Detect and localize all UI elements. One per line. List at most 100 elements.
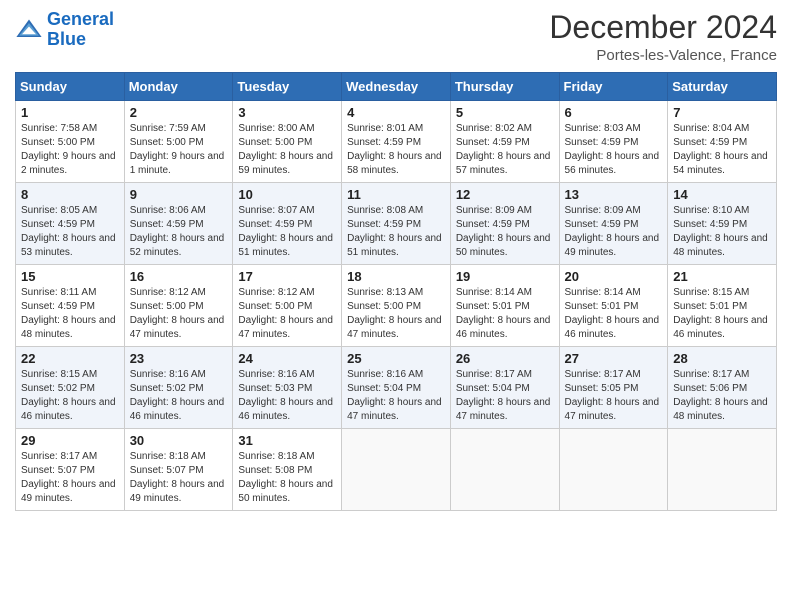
day-number: 31 xyxy=(238,433,336,448)
calendar-cell: 26 Sunrise: 8:17 AM Sunset: 5:04 PM Dayl… xyxy=(450,347,559,429)
calendar-cell: 30 Sunrise: 8:18 AM Sunset: 5:07 PM Dayl… xyxy=(124,429,233,511)
calendar-cell: 20 Sunrise: 8:14 AM Sunset: 5:01 PM Dayl… xyxy=(559,265,668,347)
header-cell-tuesday: Tuesday xyxy=(233,73,342,101)
day-number: 22 xyxy=(21,351,119,366)
calendar-cell: 6 Sunrise: 8:03 AM Sunset: 4:59 PM Dayli… xyxy=(559,101,668,183)
day-number: 30 xyxy=(130,433,228,448)
logo-line2: Blue xyxy=(47,29,86,49)
calendar-cell: 3 Sunrise: 8:00 AM Sunset: 5:00 PM Dayli… xyxy=(233,101,342,183)
calendar-cell: 23 Sunrise: 8:16 AM Sunset: 5:02 PM Dayl… xyxy=(124,347,233,429)
day-number: 3 xyxy=(238,105,336,120)
calendar-cell: 5 Sunrise: 8:02 AM Sunset: 4:59 PM Dayli… xyxy=(450,101,559,183)
week-row-1: 1 Sunrise: 7:58 AM Sunset: 5:00 PM Dayli… xyxy=(16,101,777,183)
day-number: 15 xyxy=(21,269,119,284)
day-number: 17 xyxy=(238,269,336,284)
calendar-cell: 25 Sunrise: 8:16 AM Sunset: 5:04 PM Dayl… xyxy=(342,347,451,429)
week-row-2: 8 Sunrise: 8:05 AM Sunset: 4:59 PM Dayli… xyxy=(16,183,777,265)
day-info: Sunrise: 8:06 AM Sunset: 4:59 PM Dayligh… xyxy=(130,204,228,260)
header-cell-sunday: Sunday xyxy=(16,73,125,101)
day-number: 23 xyxy=(130,351,228,366)
logo-line1: General xyxy=(47,9,114,29)
day-number: 18 xyxy=(347,269,445,284)
day-info: Sunrise: 8:11 AM Sunset: 4:59 PM Dayligh… xyxy=(21,286,119,342)
calendar-cell: 9 Sunrise: 8:06 AM Sunset: 4:59 PM Dayli… xyxy=(124,183,233,265)
day-number: 12 xyxy=(456,187,554,202)
day-info: Sunrise: 8:04 AM Sunset: 4:59 PM Dayligh… xyxy=(673,122,771,178)
header-cell-saturday: Saturday xyxy=(668,73,777,101)
calendar-cell: 1 Sunrise: 7:58 AM Sunset: 5:00 PM Dayli… xyxy=(16,101,125,183)
day-info: Sunrise: 7:58 AM Sunset: 5:00 PM Dayligh… xyxy=(21,122,119,178)
day-info: Sunrise: 8:15 AM Sunset: 5:02 PM Dayligh… xyxy=(21,368,119,424)
calendar-cell: 7 Sunrise: 8:04 AM Sunset: 4:59 PM Dayli… xyxy=(668,101,777,183)
day-info: Sunrise: 8:18 AM Sunset: 5:07 PM Dayligh… xyxy=(130,450,228,506)
calendar-cell: 28 Sunrise: 8:17 AM Sunset: 5:06 PM Dayl… xyxy=(668,347,777,429)
calendar-cell xyxy=(450,429,559,511)
day-number: 1 xyxy=(21,105,119,120)
day-number: 16 xyxy=(130,269,228,284)
calendar-cell: 2 Sunrise: 7:59 AM Sunset: 5:00 PM Dayli… xyxy=(124,101,233,183)
calendar-cell: 10 Sunrise: 8:07 AM Sunset: 4:59 PM Dayl… xyxy=(233,183,342,265)
day-number: 13 xyxy=(565,187,663,202)
day-number: 11 xyxy=(347,187,445,202)
day-number: 6 xyxy=(565,105,663,120)
day-info: Sunrise: 8:01 AM Sunset: 4:59 PM Dayligh… xyxy=(347,122,445,178)
day-number: 2 xyxy=(130,105,228,120)
calendar-cell: 24 Sunrise: 8:16 AM Sunset: 5:03 PM Dayl… xyxy=(233,347,342,429)
day-info: Sunrise: 8:12 AM Sunset: 5:00 PM Dayligh… xyxy=(130,286,228,342)
week-row-3: 15 Sunrise: 8:11 AM Sunset: 4:59 PM Dayl… xyxy=(16,265,777,347)
day-number: 4 xyxy=(347,105,445,120)
day-info: Sunrise: 8:16 AM Sunset: 5:03 PM Dayligh… xyxy=(238,368,336,424)
header-row: SundayMondayTuesdayWednesdayThursdayFrid… xyxy=(16,73,777,101)
header-cell-friday: Friday xyxy=(559,73,668,101)
calendar-cell: 21 Sunrise: 8:15 AM Sunset: 5:01 PM Dayl… xyxy=(668,265,777,347)
day-info: Sunrise: 8:17 AM Sunset: 5:07 PM Dayligh… xyxy=(21,450,119,506)
week-row-4: 22 Sunrise: 8:15 AM Sunset: 5:02 PM Dayl… xyxy=(16,347,777,429)
calendar-cell: 31 Sunrise: 8:18 AM Sunset: 5:08 PM Dayl… xyxy=(233,429,342,511)
day-info: Sunrise: 8:16 AM Sunset: 5:04 PM Dayligh… xyxy=(347,368,445,424)
day-number: 8 xyxy=(21,187,119,202)
day-number: 21 xyxy=(673,269,771,284)
calendar-cell xyxy=(668,429,777,511)
header: General Blue December 2024 Portes-les-Va… xyxy=(15,10,777,64)
calendar-cell xyxy=(559,429,668,511)
day-info: Sunrise: 8:16 AM Sunset: 5:02 PM Dayligh… xyxy=(130,368,228,424)
day-info: Sunrise: 8:15 AM Sunset: 5:01 PM Dayligh… xyxy=(673,286,771,342)
calendar-cell: 22 Sunrise: 8:15 AM Sunset: 5:02 PM Dayl… xyxy=(16,347,125,429)
day-number: 5 xyxy=(456,105,554,120)
day-info: Sunrise: 8:09 AM Sunset: 4:59 PM Dayligh… xyxy=(456,204,554,260)
day-info: Sunrise: 8:02 AM Sunset: 4:59 PM Dayligh… xyxy=(456,122,554,178)
day-info: Sunrise: 8:00 AM Sunset: 5:00 PM Dayligh… xyxy=(238,122,336,178)
day-info: Sunrise: 7:59 AM Sunset: 5:00 PM Dayligh… xyxy=(130,122,228,178)
day-info: Sunrise: 8:17 AM Sunset: 5:05 PM Dayligh… xyxy=(565,368,663,424)
day-info: Sunrise: 8:05 AM Sunset: 4:59 PM Dayligh… xyxy=(21,204,119,260)
header-cell-wednesday: Wednesday xyxy=(342,73,451,101)
day-info: Sunrise: 8:18 AM Sunset: 5:08 PM Dayligh… xyxy=(238,450,336,506)
day-info: Sunrise: 8:17 AM Sunset: 5:04 PM Dayligh… xyxy=(456,368,554,424)
header-cell-monday: Monday xyxy=(124,73,233,101)
calendar-table: SundayMondayTuesdayWednesdayThursdayFrid… xyxy=(15,72,777,511)
day-number: 10 xyxy=(238,187,336,202)
day-number: 28 xyxy=(673,351,771,366)
day-number: 25 xyxy=(347,351,445,366)
day-info: Sunrise: 8:12 AM Sunset: 5:00 PM Dayligh… xyxy=(238,286,336,342)
logo-text: General Blue xyxy=(47,10,114,50)
location: Portes-les-Valence, France xyxy=(549,47,777,64)
day-info: Sunrise: 8:09 AM Sunset: 4:59 PM Dayligh… xyxy=(565,204,663,260)
calendar-cell: 4 Sunrise: 8:01 AM Sunset: 4:59 PM Dayli… xyxy=(342,101,451,183)
day-number: 27 xyxy=(565,351,663,366)
calendar-cell xyxy=(342,429,451,511)
day-info: Sunrise: 8:10 AM Sunset: 4:59 PM Dayligh… xyxy=(673,204,771,260)
day-number: 24 xyxy=(238,351,336,366)
logo: General Blue xyxy=(15,10,114,50)
calendar-cell: 29 Sunrise: 8:17 AM Sunset: 5:07 PM Dayl… xyxy=(16,429,125,511)
day-info: Sunrise: 8:08 AM Sunset: 4:59 PM Dayligh… xyxy=(347,204,445,260)
day-info: Sunrise: 8:17 AM Sunset: 5:06 PM Dayligh… xyxy=(673,368,771,424)
day-number: 29 xyxy=(21,433,119,448)
day-info: Sunrise: 8:07 AM Sunset: 4:59 PM Dayligh… xyxy=(238,204,336,260)
day-number: 14 xyxy=(673,187,771,202)
day-number: 20 xyxy=(565,269,663,284)
page: General Blue December 2024 Portes-les-Va… xyxy=(0,0,792,612)
day-number: 9 xyxy=(130,187,228,202)
day-number: 26 xyxy=(456,351,554,366)
calendar-cell: 15 Sunrise: 8:11 AM Sunset: 4:59 PM Dayl… xyxy=(16,265,125,347)
